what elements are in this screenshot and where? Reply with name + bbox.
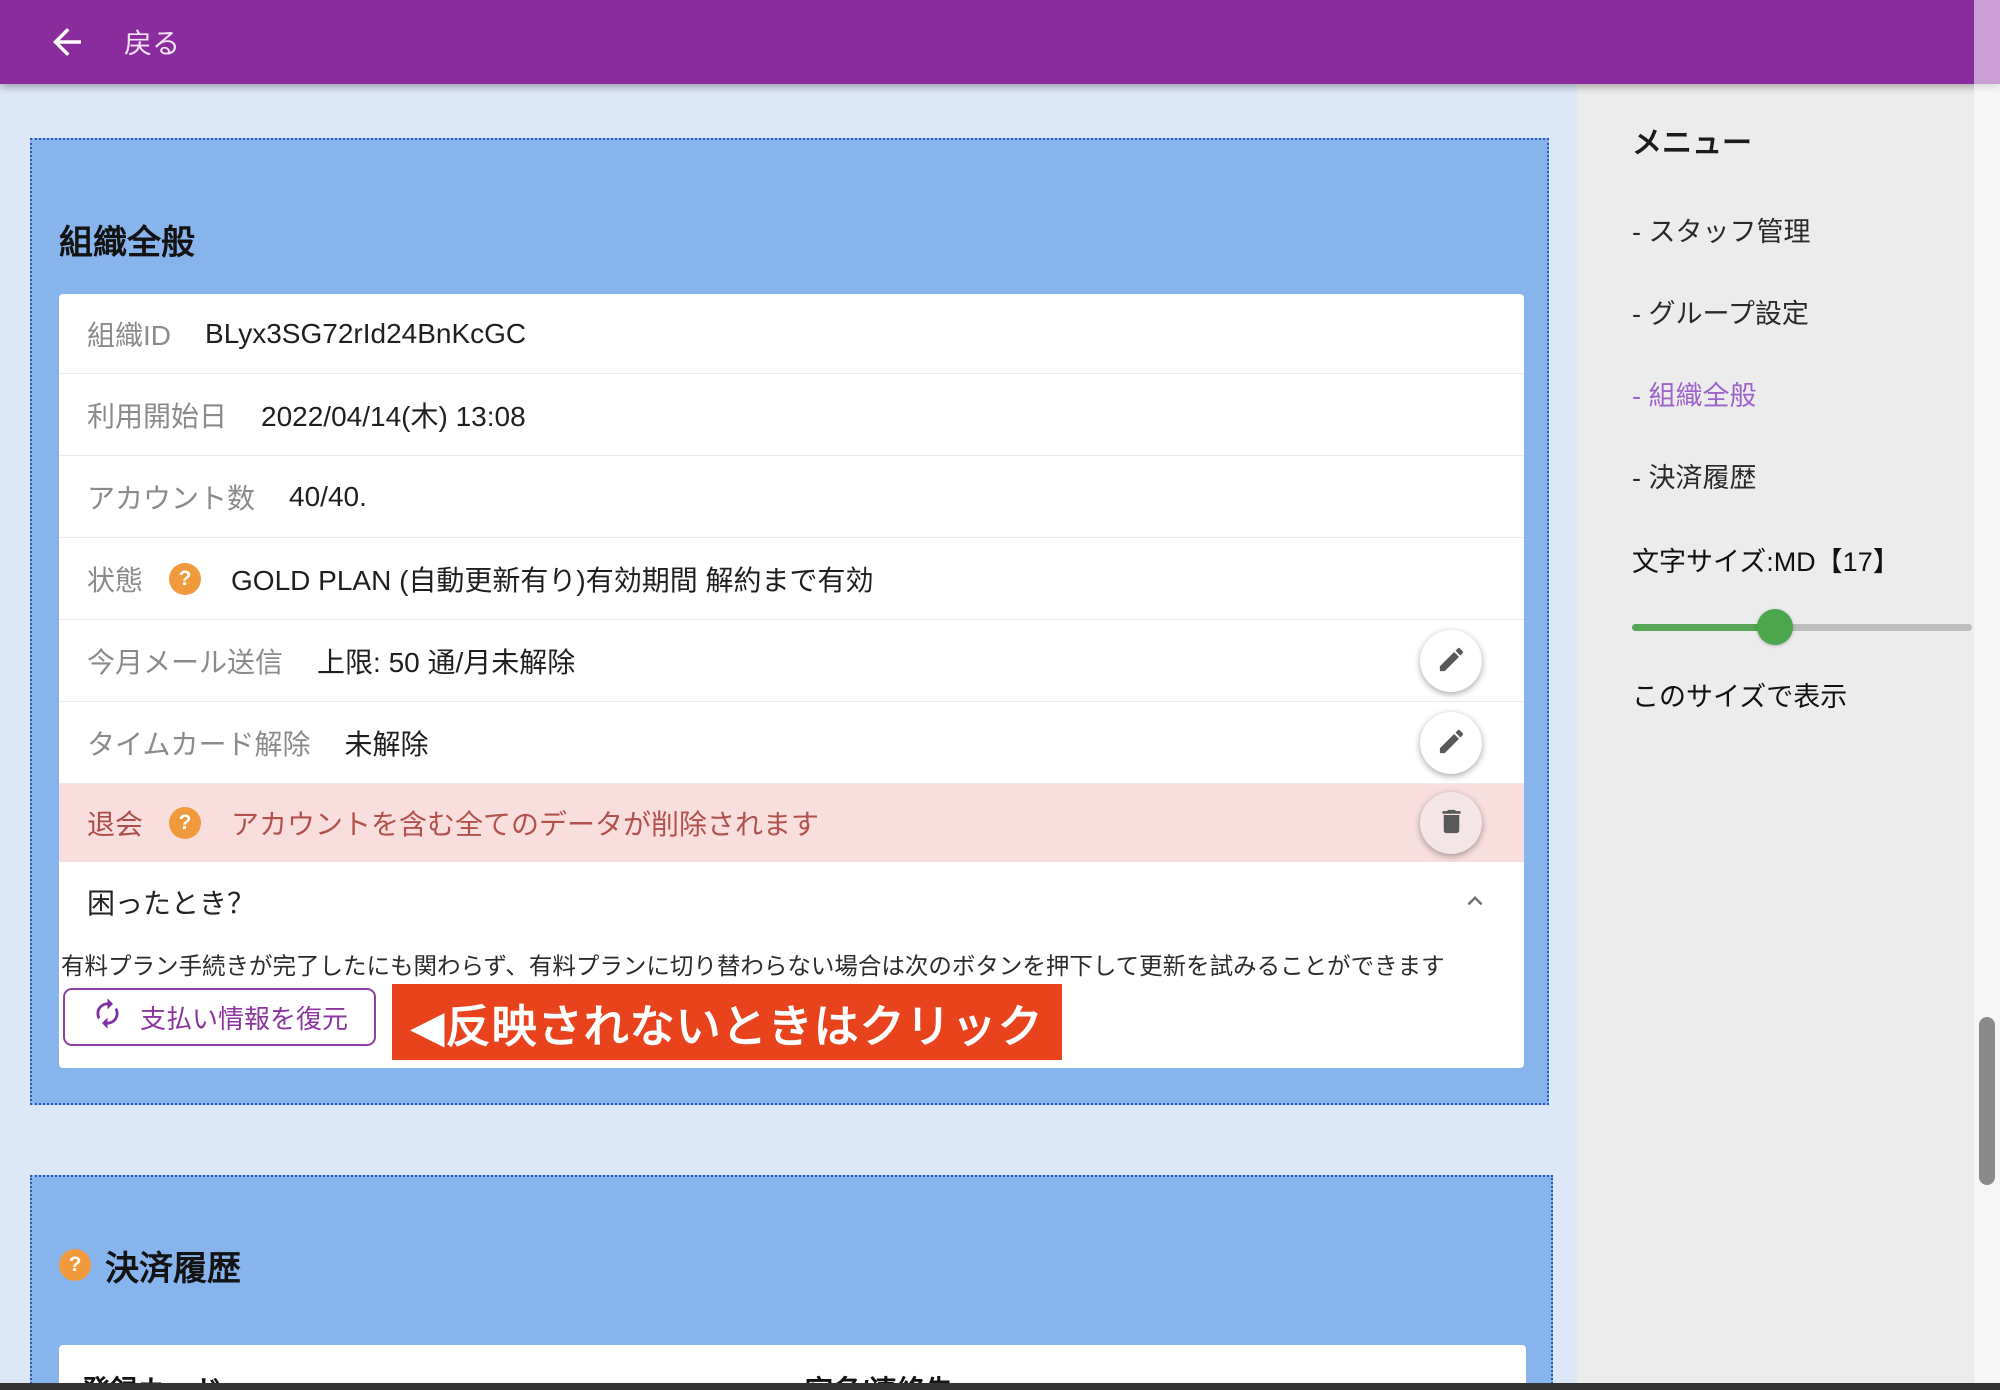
org-info-table: 組織ID BLyx3SG72rId24BnKcGC 利用開始日 2022/04/… <box>59 294 1524 1068</box>
delete-organization-button[interactable] <box>1420 792 1482 854</box>
row-value: GOLD PLAN (自動更新有り)有効期間 解約まで有効 <box>231 559 873 599</box>
help-section-title: 困ったとき？ <box>87 882 255 922</box>
back-arrow-icon <box>46 21 88 63</box>
row-value: BLyx3SG72rId24BnKcGC <box>205 318 526 350</box>
payment-card-header: ? 決済履歴 <box>59 1243 1524 1287</box>
slider-thumb[interactable] <box>1757 609 1793 645</box>
row-label: 今月メール送信 <box>87 641 283 681</box>
back-button[interactable]: 戻る <box>46 21 180 63</box>
table-row-monthly-mail: 今月メール送信 上限: 50 通/月未解除 <box>59 620 1524 702</box>
chevron-up-icon <box>1460 886 1490 919</box>
scrollbar-thumb[interactable] <box>1979 1017 1995 1185</box>
apply-size-label: このサイズで表示 <box>1632 675 2000 714</box>
row-value: 上限: 50 通/月未解除 <box>317 641 575 681</box>
edit-timecard-button[interactable] <box>1420 712 1482 774</box>
table-row-start-date: 利用開始日 2022/04/14(木) 13:08 <box>59 374 1524 456</box>
trash-icon <box>1436 806 1467 840</box>
click-here-callout: ◀反映されないときはクリック <box>392 984 1062 1060</box>
row-value: 未解除 <box>344 723 428 763</box>
row-label: 退会 <box>87 803 143 843</box>
payment-history-card: ? 決済履歴 登録カード 宛名/連絡先 <box>30 1175 1553 1390</box>
sidebar-item-group-settings[interactable]: - グループ設定 <box>1632 300 2000 328</box>
font-size-slider[interactable] <box>1632 609 1972 645</box>
sidebar-item-payment-history[interactable]: - 決済履歴 <box>1632 464 2000 492</box>
row-label: アカウント数 <box>87 477 255 517</box>
collapse-help-button[interactable] <box>1460 886 1490 919</box>
top-app-bar: 戻る <box>0 0 2000 84</box>
back-label: 戻る <box>124 22 180 62</box>
org-card-title: 組織全般 <box>59 220 1520 266</box>
font-size-label: 文字サイズ:MD【17】 <box>1632 540 2000 579</box>
payment-card-title: 決済履歴 <box>105 1241 241 1290</box>
row-value: 2022/04/14(木) 13:08 <box>261 395 526 435</box>
help-question-icon[interactable]: ? <box>59 1249 91 1281</box>
table-row-status: 状態 ? GOLD PLAN (自動更新有り)有効期間 解約まで有効 <box>59 538 1524 620</box>
row-value: 40/40. <box>289 481 367 513</box>
window-bottom-edge <box>0 1383 2000 1390</box>
help-description: 有料プラン手続きが完了したにも関わらず、有料プランに切り替わらない場合は次のボタ… <box>61 952 1520 980</box>
pencil-icon <box>1436 644 1467 678</box>
row-label: 状態 <box>87 559 143 599</box>
row-value: アカウントを含む全てのデータが削除されます <box>231 803 819 843</box>
pencil-icon <box>1436 726 1467 760</box>
help-actions: 支払い情報を復元 ◀反映されないときはクリック <box>61 984 1520 1060</box>
app-window: 戻る 組織全般 組織ID BLyx3SG72rId24BnKcGC 利用開始日 … <box>0 0 2000 1390</box>
sidebar-item-organization-general[interactable]: - 組織全般 <box>1632 382 2000 410</box>
table-row-account-count: アカウント数 40/40. <box>59 456 1524 538</box>
help-section-body: 有料プラン手続きが完了したにも関わらず、有料プランに切り替わらない場合は次のボタ… <box>59 942 1524 1060</box>
help-question-icon[interactable]: ? <box>169 563 201 595</box>
menu-sidebar: メニュー - スタッフ管理 - グループ設定 - 組織全般 - 決済履歴 文字サ… <box>1577 84 2000 1390</box>
help-section-header[interactable]: 困ったとき？ <box>59 862 1524 942</box>
table-row-withdraw: 退会 ? アカウントを含む全てのデータが削除されます <box>59 784 1524 862</box>
main-content: 組織全般 組織ID BLyx3SG72rId24BnKcGC 利用開始日 202… <box>0 84 1577 1390</box>
slider-fill <box>1632 624 1775 631</box>
row-label: 利用開始日 <box>87 395 227 435</box>
table-row-timecard: タイムカード解除 未解除 <box>59 702 1524 784</box>
edit-mail-limit-button[interactable] <box>1420 630 1482 692</box>
row-label: タイムカード解除 <box>87 723 310 763</box>
organization-general-card: 組織全般 組織ID BLyx3SG72rId24BnKcGC 利用開始日 202… <box>30 138 1549 1105</box>
restore-button-label: 支払い情報を復元 <box>140 999 348 1036</box>
menu-heading: メニュー <box>1632 124 2000 164</box>
row-label: 組織ID <box>87 314 171 354</box>
help-question-icon[interactable]: ? <box>169 807 201 839</box>
vertical-scrollbar[interactable] <box>1974 0 2000 1390</box>
sidebar-item-staff-management[interactable]: - スタッフ管理 <box>1632 218 2000 246</box>
table-row-org-id: 組織ID BLyx3SG72rId24BnKcGC <box>59 294 1524 374</box>
restore-payment-info-button[interactable]: 支払い情報を復元 <box>63 988 376 1046</box>
refresh-icon <box>91 997 124 1037</box>
